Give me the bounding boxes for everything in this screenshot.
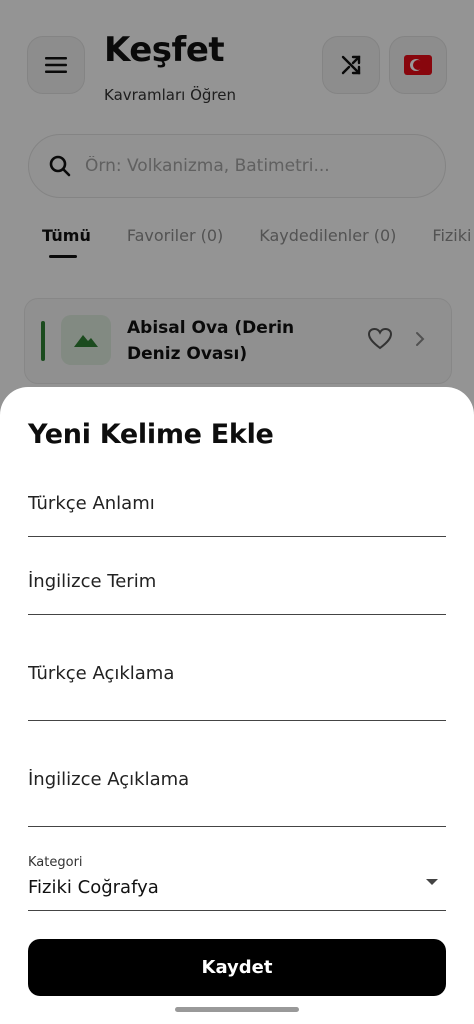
home-indicator[interactable] <box>175 1007 299 1012</box>
turkish-description-input[interactable] <box>28 663 446 684</box>
english-description-input[interactable] <box>28 769 446 790</box>
english-term-field <box>28 565 446 615</box>
turkish-meaning-field <box>28 487 446 537</box>
dropdown-caret-icon <box>426 879 438 885</box>
turkish-meaning-input[interactable] <box>28 493 446 514</box>
add-word-sheet: Yeni Kelime Ekle Kategori Fiziki Coğrafy… <box>0 387 474 1024</box>
save-button[interactable]: Kaydet <box>28 939 446 996</box>
english-description-field <box>28 755 446 827</box>
category-value: Fiziki Coğrafya <box>28 877 159 898</box>
category-select[interactable]: Kategori Fiziki Coğrafya <box>28 853 446 911</box>
turkish-description-field <box>28 649 446 721</box>
category-label: Kategori <box>28 855 83 870</box>
english-term-input[interactable] <box>28 571 446 592</box>
sheet-title: Yeni Kelime Ekle <box>28 419 274 450</box>
